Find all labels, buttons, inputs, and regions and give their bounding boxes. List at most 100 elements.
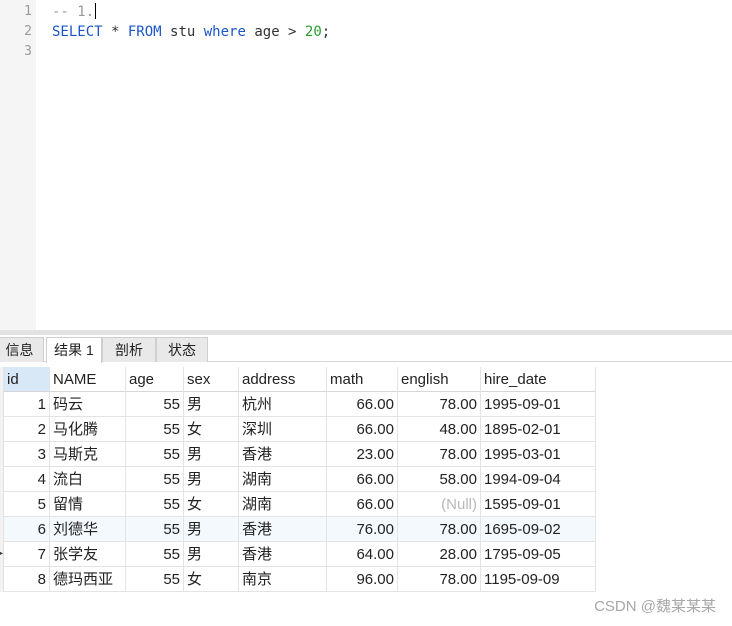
sql-editor[interactable]: 1 2 3 -- 1. SELECT * FROM stu where age …	[0, 0, 732, 330]
table-row[interactable]: 4 流白 55 男湖南 66.00 58.00 1994-09-04	[0, 467, 596, 492]
table-row[interactable]: 1 码云 55 男杭州 66.00 78.00 1995-09-01	[0, 392, 596, 417]
cell-id[interactable]: 8	[4, 567, 50, 592]
cell-name[interactable]: 马化腾	[50, 417, 126, 442]
cell-english[interactable]: 78.00	[398, 517, 481, 542]
sql-star: *	[102, 24, 128, 40]
line-number: 3	[24, 44, 32, 59]
column-header-hire-date[interactable]: hire_date	[481, 367, 596, 392]
cell-sex[interactable]: 男	[184, 517, 239, 542]
cell-sex[interactable]: 男	[184, 442, 239, 467]
column-header-address[interactable]: address	[239, 367, 327, 392]
cell-age[interactable]: 55	[126, 467, 184, 492]
cell-name[interactable]: 留情	[50, 492, 126, 517]
cell-id[interactable]: 4	[4, 467, 50, 492]
tab-profile[interactable]: 剖析	[102, 337, 156, 362]
tab-result-1[interactable]: 结果 1	[46, 337, 102, 363]
cell-address[interactable]: 香港	[239, 542, 327, 567]
cell-english[interactable]: 78.00	[398, 442, 481, 467]
column-header-sex[interactable]: sex	[184, 367, 239, 392]
cell-address[interactable]: 南京	[239, 567, 327, 592]
table-row[interactable]: 3 马斯克 55 男香港 23.00 78.00 1995-03-01	[0, 442, 596, 467]
cell-age[interactable]: 55	[126, 517, 184, 542]
sql-condition: age >	[245, 24, 305, 40]
cell-hire-date[interactable]: 1795-09-05	[481, 542, 596, 567]
cell-id[interactable]: 6	[4, 517, 50, 542]
cell-name[interactable]: 码云	[50, 392, 126, 417]
sql-keyword-from: FROM	[127, 24, 162, 40]
cell-age[interactable]: 55	[126, 542, 184, 567]
cell-id[interactable]: 7	[4, 542, 50, 567]
cell-hire-date[interactable]: 1995-03-01	[481, 442, 596, 467]
cell-id[interactable]: 2	[4, 417, 50, 442]
cell-math[interactable]: 23.00	[327, 442, 398, 467]
column-header-math[interactable]: math	[327, 367, 398, 392]
cell-age[interactable]: 55	[126, 567, 184, 592]
cell-address[interactable]: 深圳	[239, 417, 327, 442]
grid-header: id NAME age sex address math english hir…	[0, 367, 596, 392]
cell-math[interactable]: 66.00	[327, 392, 398, 417]
cell-address[interactable]: 湖南	[239, 492, 327, 517]
cell-name[interactable]: 马斯克	[50, 442, 126, 467]
table-row[interactable]: 5 留情 55 女湖南 66.00 (Null) 1595-09-01	[0, 492, 596, 517]
cell-math[interactable]: 66.00	[327, 467, 398, 492]
cell-english[interactable]: 28.00	[398, 542, 481, 567]
cell-age[interactable]: 55	[126, 442, 184, 467]
cell-english[interactable]: 48.00	[398, 417, 481, 442]
cell-hire-date[interactable]: 1995-09-01	[481, 392, 596, 417]
cell-sex[interactable]: 男	[184, 392, 239, 417]
cell-address[interactable]: 杭州	[239, 392, 327, 417]
table-row[interactable]: 8 德玛西亚 55 女南京 96.00 78.00 1195-09-09	[0, 567, 596, 592]
cell-math[interactable]: 66.00	[327, 492, 398, 517]
cell-name[interactable]: 张学友	[50, 542, 126, 567]
column-header-english[interactable]: english	[398, 367, 481, 392]
table-row[interactable]: ▸ 7 张学友 55 男香港 64.00 28.00 1795-09-05	[0, 542, 596, 567]
cell-address[interactable]: 香港	[239, 517, 327, 542]
cell-age[interactable]: 55	[126, 417, 184, 442]
cell-hire-date[interactable]: 1195-09-09	[481, 567, 596, 592]
cell-address[interactable]: 香港	[239, 442, 327, 467]
column-header-id[interactable]: id	[4, 367, 50, 392]
cell-sex[interactable]: 男	[184, 467, 239, 492]
cell-sex[interactable]: 女	[184, 417, 239, 442]
tab-status[interactable]: 状态	[156, 337, 208, 362]
table-row[interactable]: 6 刘德华 55 男香港 76.00 78.00 1695-09-02	[0, 517, 596, 542]
cell-math[interactable]: 96.00	[327, 567, 398, 592]
table-row[interactable]: 2 马化腾 55 女深圳 66.00 48.00 1895-02-01	[0, 417, 596, 442]
result-tab-bar: 信息 结果 1 剖析 状态	[0, 335, 732, 363]
cell-hire-date[interactable]: 1595-09-01	[481, 492, 596, 517]
current-row-marker-icon: ▸	[0, 548, 4, 559]
line-number-gutter: 1 2 3	[0, 0, 36, 330]
cell-hire-date[interactable]: 1895-02-01	[481, 417, 596, 442]
sql-comment: -- 1.	[52, 4, 95, 20]
code-line-2[interactable]: SELECT * FROM stu where age > 20;	[52, 22, 330, 42]
cell-id[interactable]: 3	[4, 442, 50, 467]
cell-age[interactable]: 55	[126, 492, 184, 517]
cell-id[interactable]: 1	[4, 392, 50, 417]
cell-english[interactable]: 78.00	[398, 392, 481, 417]
cell-name[interactable]: 流白	[50, 467, 126, 492]
tab-info[interactable]: 信息	[0, 337, 44, 362]
text-caret	[95, 3, 97, 19]
cell-age[interactable]: 55	[126, 392, 184, 417]
cell-math[interactable]: 66.00	[327, 417, 398, 442]
column-header-name[interactable]: NAME	[50, 367, 126, 392]
cell-hire-date[interactable]: 1695-09-02	[481, 517, 596, 542]
cell-name[interactable]: 刘德华	[50, 517, 126, 542]
code-line-1[interactable]: -- 1.	[52, 2, 97, 22]
cell-sex[interactable]: 女	[184, 567, 239, 592]
cell-math[interactable]: 76.00	[327, 517, 398, 542]
watermark: CSDN @魏某某某	[594, 598, 716, 615]
cell-id[interactable]: 5	[4, 492, 50, 517]
cell-english[interactable]: (Null)	[398, 492, 481, 517]
cell-english[interactable]: 78.00	[398, 567, 481, 592]
cell-address[interactable]: 湖南	[239, 467, 327, 492]
column-header-age[interactable]: age	[126, 367, 184, 392]
sql-keyword-select: SELECT	[52, 24, 103, 40]
sql-number: 20	[304, 24, 322, 40]
cell-math[interactable]: 64.00	[327, 542, 398, 567]
cell-english[interactable]: 58.00	[398, 467, 481, 492]
cell-sex[interactable]: 女	[184, 492, 239, 517]
cell-name[interactable]: 德玛西亚	[50, 567, 126, 592]
cell-hire-date[interactable]: 1994-09-04	[481, 467, 596, 492]
cell-sex[interactable]: 男	[184, 542, 239, 567]
